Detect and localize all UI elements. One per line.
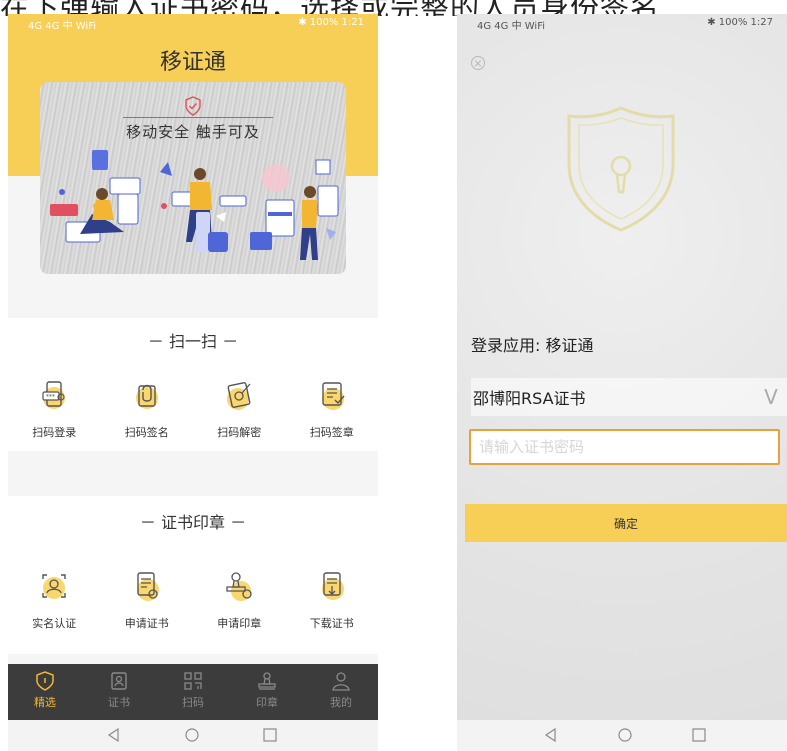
tab-featured-label: 精选 — [34, 696, 56, 709]
screenshot-composite: 在下弹输入证书密码，选择或完整的人员身份签名 4G 4G 中 WiFi ✱ 10… — [0, 0, 787, 751]
status-signal: 4G 4G 中 WiFi — [28, 21, 97, 32]
face-scan-icon — [42, 574, 66, 599]
tab-certificate[interactable]: 证书 — [82, 664, 156, 720]
tab-scan[interactable]: 扫码 — [156, 664, 230, 720]
apply-seal-button[interactable]: 申请印章 — [193, 569, 286, 631]
confirm-button[interactable]: 确定 — [465, 504, 787, 542]
certificate-tab-icon — [111, 672, 127, 690]
download-cert-icon — [321, 572, 344, 600]
scan-decrypt-label: 扫码解密 — [217, 426, 262, 439]
download-cert-label: 下载证书 — [309, 617, 354, 630]
tab-seal-label: 印章 — [256, 696, 278, 709]
tab-certificate-label: 证书 — [108, 696, 130, 709]
system-nav-bar — [8, 720, 378, 751]
apply-cert-label: 申请证书 — [124, 617, 169, 630]
login-app-label: 登录应用: 移证通 — [471, 336, 594, 355]
home-screen: 4G 4G 中 WiFi ✱ 100% 1:21 移证通 移动安全 触手可及 －… — [8, 14, 378, 751]
bottom-tab-bar: 精选 证书 扫码 印章 我的 — [8, 664, 378, 720]
scan-login-button[interactable]: *** 扫码登录 — [8, 378, 101, 440]
tab-seal[interactable]: 印章 — [230, 664, 304, 720]
scan-icon-row: *** 扫码登录 扫码签名 扫码解密 扫码签章 — [8, 378, 378, 440]
scan-stamp-button[interactable]: 扫码签章 — [286, 378, 379, 440]
password-screen: 4G 4G 中 WiFi ✱ 100% 1:27 登录应用: 移证通 邵博阳RS… — [457, 14, 787, 751]
shield-tab-icon — [36, 671, 54, 691]
scan-login-label: 扫码登录 — [32, 426, 77, 439]
stamp-doc-icon — [321, 382, 345, 410]
status-battery-time-right: ✱ 100% 1:27 — [707, 17, 773, 28]
qr-scan-tab-icon — [184, 672, 202, 690]
scan-sign-button[interactable]: 扫码签名 — [101, 378, 194, 440]
banner[interactable]: 移动安全 触手可及 — [40, 82, 346, 274]
tab-featured[interactable]: 精选 — [8, 664, 82, 720]
seal-tab-icon — [258, 672, 276, 690]
tab-mine[interactable]: 我的 — [304, 664, 378, 720]
scan-stamp-label: 扫码签章 — [309, 426, 354, 439]
recents-nav-icon-right[interactable] — [691, 727, 707, 743]
cert-icon-row: 实名认证 申请证书 申请印章 下载证书 — [8, 569, 378, 631]
status-bar: 4G 4G 中 WiFi ✱ 100% 1:21 — [8, 14, 378, 32]
apply-cert-icon — [136, 572, 159, 601]
page-title: 移证通 — [159, 50, 226, 75]
realname-auth-label: 实名认证 — [32, 617, 77, 630]
recents-nav-icon[interactable] — [262, 727, 278, 743]
status-signal-right: 4G 4G 中 WiFi — [477, 21, 546, 32]
system-nav-bar-right — [457, 720, 787, 751]
shield-keyhole-icon — [567, 106, 675, 232]
user-tab-icon — [332, 672, 350, 691]
realname-auth-button[interactable]: 实名认证 — [8, 569, 101, 631]
apply-cert-button[interactable]: 申请证书 — [101, 569, 194, 631]
scan-sign-label: 扫码签名 — [124, 426, 169, 439]
svg-text:***: *** — [46, 394, 55, 401]
chevron-down-icon[interactable]: V — [755, 381, 787, 413]
certificate-select[interactable]: 邵博阳RSA证书 V — [471, 378, 787, 416]
people-illustration — [50, 150, 339, 260]
status-bar-right: 4G 4G 中 WiFi ✱ 100% 1:27 — [457, 14, 787, 32]
certificate-select-value: 邵博阳RSA证书 — [473, 389, 586, 408]
apply-seal-icon — [226, 572, 252, 601]
cert-section-title: － 证书印章 － — [139, 513, 247, 532]
back-nav-icon[interactable] — [106, 727, 122, 743]
home-nav-icon[interactable] — [184, 727, 200, 743]
certificate-password-input[interactable] — [469, 429, 780, 465]
decrypt-icon — [227, 382, 251, 410]
back-nav-icon-right[interactable] — [543, 727, 559, 743]
section-separator — [8, 451, 378, 496]
signature-icon — [135, 384, 158, 409]
download-cert-button[interactable]: 下载证书 — [286, 569, 379, 631]
phone-login-icon: *** — [42, 381, 66, 409]
tab-scan-label: 扫码 — [182, 696, 204, 709]
status-battery-time: ✱ 100% 1:21 — [298, 17, 364, 28]
bottom-separator — [8, 654, 378, 664]
tab-mine-label: 我的 — [330, 696, 352, 709]
apply-seal-label: 申请印章 — [217, 617, 262, 630]
home-nav-icon-right[interactable] — [617, 727, 633, 743]
scan-section-title: － 扫一扫 － — [147, 332, 239, 351]
close-icon[interactable] — [471, 56, 485, 70]
scan-decrypt-button[interactable]: 扫码解密 — [193, 378, 286, 440]
